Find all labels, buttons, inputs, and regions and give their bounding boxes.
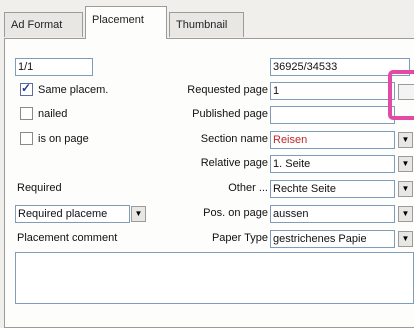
pos-on-page-select[interactable]: aussen <box>270 205 395 223</box>
placement-comment-textarea[interactable] <box>15 252 414 304</box>
is-on-page-label: is on page <box>38 133 89 145</box>
paper-type-label: Paper Type <box>211 232 268 244</box>
required-label: Required <box>17 182 62 194</box>
requested-page-field[interactable]: 1 <box>270 82 395 100</box>
published-page-field[interactable] <box>270 106 395 124</box>
placement-comment-label: Placement comment <box>17 232 118 244</box>
tab-thumbnail[interactable]: Thumbnail <box>169 12 244 37</box>
same-placement-checkbox[interactable] <box>20 81 33 96</box>
relative-page-select[interactable]: 1. Seite <box>270 155 395 173</box>
is-on-page-checkbox[interactable] <box>20 132 33 145</box>
nailed-label: nailed <box>38 108 68 120</box>
tab-placement[interactable]: Placement <box>85 6 167 39</box>
highlight-box <box>388 70 414 120</box>
other-label: Other ... <box>228 182 268 194</box>
same-placement-label: Same placem. <box>38 84 109 96</box>
published-page-label: Published page <box>192 108 268 120</box>
chevron-down-icon[interactable]: ▼ <box>398 181 413 197</box>
chevron-down-icon[interactable]: ▼ <box>131 206 146 222</box>
section-name-label: Section name <box>200 133 268 145</box>
tab-ad-format[interactable]: Ad Format <box>4 12 83 37</box>
paper-type-select[interactable]: gestrichenes Papie <box>270 230 395 248</box>
chevron-down-icon[interactable]: ▼ <box>398 156 413 172</box>
relative-page-label: Relative page <box>200 157 268 169</box>
chevron-down-icon[interactable]: ▼ <box>398 206 413 222</box>
chevron-down-icon[interactable]: ▼ <box>398 132 413 148</box>
section-name-select[interactable]: Reisen <box>270 131 395 149</box>
nailed-checkbox[interactable] <box>20 107 33 120</box>
required-placement-select[interactable]: Required placeme <box>15 205 130 223</box>
position-index-field[interactable]: 1/1 <box>15 58 93 76</box>
pos-on-page-label: Pos. on page <box>203 207 268 219</box>
tab-bar: Ad Format Placement Thumbnail <box>4 4 414 39</box>
other-select[interactable]: Rechte Seite <box>270 180 395 198</box>
requested-page-label: Requested page <box>187 84 268 96</box>
chevron-down-icon[interactable]: ▼ <box>398 231 413 247</box>
